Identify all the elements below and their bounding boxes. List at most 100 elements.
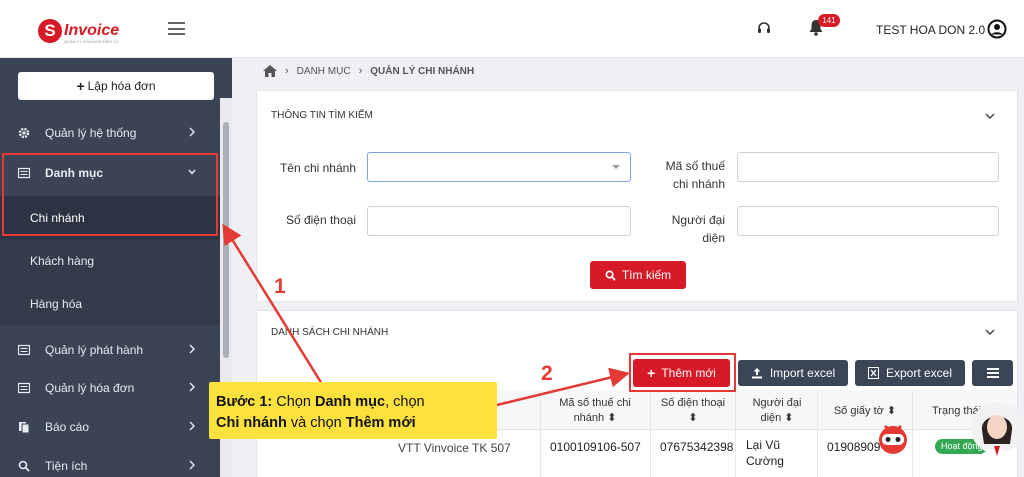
list-icon (18, 344, 30, 356)
sidebar-item-label: Tiện ích (45, 459, 88, 473)
highlight-box-add-new (629, 353, 736, 392)
branch-tax-code-input[interactable] (737, 152, 999, 182)
column-divider (735, 390, 736, 477)
logo-mark: S (38, 19, 62, 43)
gear-icon (18, 127, 30, 139)
col-header-document-no[interactable]: Số giấy tờ ⬍ (822, 404, 908, 419)
col-header-text: Mã số thuế chi (559, 397, 631, 409)
branch-list-title: DANH SÁCH CHI NHÁNH (271, 327, 389, 338)
step-number-2: 2 (541, 362, 553, 385)
sidebar-item-reports[interactable]: Báo cáo (0, 407, 220, 447)
import-excel-label: Import excel (769, 366, 836, 380)
column-divider (650, 390, 651, 477)
representative-input[interactable] (737, 206, 999, 236)
breadcrumb: › DANH MỤC › QUẢN LÝ CHI NHÁNH (263, 64, 474, 78)
chevron-right-icon: › (285, 65, 289, 77)
username[interactable]: TEST HOA DON 2.0 (876, 23, 985, 37)
sidebar-item-issuance[interactable]: Quản lý phát hành (0, 330, 220, 370)
highlight-box-sidebar (2, 153, 218, 236)
breadcrumb-catalog[interactable]: DANH MỤC (297, 66, 351, 77)
sidebar-item-utilities[interactable]: Tiện ích (0, 446, 220, 477)
chevron-right-icon (189, 127, 195, 137)
branch-name-cell: VTT Vinvoice TK 507 (398, 441, 511, 455)
representative-cell: Lại Vũ Cường (746, 437, 784, 469)
col-header-text: Số điện thoại (660, 397, 726, 409)
representative-label-line1: Người đại (671, 213, 725, 227)
sidebar-item-invoices[interactable]: Quản lý hóa đơn (0, 368, 220, 408)
search-button[interactable]: Tìm kiếm (590, 261, 686, 289)
mascot-icon (879, 424, 907, 454)
col-header-text: Số giấy tờ ⬍ (833, 405, 897, 417)
callout-text: , chọn (385, 394, 425, 410)
app-logo[interactable]: S Invoice QUẢN LÝ HÓA ĐƠN ĐIỆN TỬ (38, 17, 119, 45)
branch-name-select[interactable] (367, 152, 631, 182)
sidebar-item-label: Báo cáo (45, 420, 90, 434)
search-icon (18, 460, 30, 472)
representative-label: Người đại diện (640, 211, 725, 247)
chevron-down-icon[interactable] (985, 113, 995, 120)
sidebar-subitem-customer[interactable]: Khách hàng (0, 239, 220, 282)
callout-text: và chọn (286, 415, 346, 431)
tax-code-cell: 0100109106-507 (550, 440, 641, 454)
menu-toggle-icon[interactable] (168, 22, 185, 35)
branch-tax-code-label: Mã số thuế chi nhánh (640, 157, 725, 193)
col-header-tax-code[interactable]: Mã số thuế chi nhánh ⬍ (550, 396, 640, 426)
search-icon (605, 270, 616, 281)
sidebar-scrollbar-thumb[interactable] (223, 122, 229, 358)
sidebar-item-label: Quản lý hệ thống (45, 126, 137, 140)
export-excel-button[interactable]: Export excel (855, 360, 965, 386)
col-header-text: ⬍ (688, 412, 698, 424)
sidebar-subitem-label: Khách hàng (30, 253, 95, 268)
search-button-label: Tìm kiếm (621, 268, 672, 282)
create-invoice-label: Lập hóa đơn (87, 79, 156, 93)
list-menu-icon (986, 368, 999, 378)
create-invoice-button[interactable]: + Lập hóa đơn (18, 72, 214, 100)
export-excel-label: Export excel (885, 366, 953, 380)
branch-name-label: Tên chi nhánh (279, 161, 356, 175)
column-menu-button[interactable] (972, 360, 1013, 386)
user-avatar-icon[interactable] (987, 19, 1007, 39)
callout-add-new: Thêm mới (345, 415, 416, 431)
col-header-text: nhánh ⬍ (573, 412, 617, 424)
breadcrumb-branch-management: QUẢN LÝ CHI NHÁNH (370, 65, 475, 77)
step-number-1: 1 (274, 275, 286, 298)
chevron-right-icon (189, 382, 195, 392)
representative-line2: Cường (746, 454, 784, 468)
chevron-right-icon (189, 421, 195, 431)
col-header-text: Người đại (752, 397, 802, 409)
sidebar-subitem-goods[interactable]: Hàng hóa (0, 282, 220, 325)
upload-icon (751, 368, 762, 379)
excel-file-icon (867, 367, 879, 379)
sidebar-item-label: Quản lý phát hành (45, 343, 144, 357)
callout-catalog: Danh mục (315, 394, 386, 410)
representative-label-line2: diện (702, 231, 725, 245)
search-panel-title: THÔNG TIN TÌM KIẾM (271, 110, 373, 121)
phone-input[interactable] (367, 206, 631, 236)
logo-tagline: QUẢN LÝ HÓA ĐƠN ĐIỆN TỬ (64, 39, 120, 44)
chevron-down-icon[interactable] (985, 329, 995, 336)
sidebar-subitem-label: Hàng hóa (30, 296, 83, 311)
column-divider (817, 390, 818, 477)
dropdown-arrow-icon[interactable] (612, 165, 620, 169)
branch-tax-code-label-line2: chi nhánh (672, 177, 725, 191)
chevron-right-icon (189, 460, 195, 470)
top-header: S Invoice QUẢN LÝ HÓA ĐƠN ĐIỆN TỬ 141 TE… (0, 0, 1024, 58)
col-header-representative[interactable]: Người đại diện ⬍ (740, 396, 814, 426)
notification-badge: 141 (818, 14, 840, 27)
chevron-right-icon: › (358, 65, 363, 77)
support-agent-avatar (971, 402, 1023, 460)
home-icon[interactable] (263, 65, 277, 77)
representative-line1: Lại Vũ (746, 438, 781, 452)
callout-text: Chọn (272, 394, 315, 410)
col-header-phone[interactable]: Số điện thoại ⬍ (654, 396, 732, 426)
branch-tax-code-label-line1: Mã số thuế (665, 159, 725, 173)
sidebar-item-system[interactable]: Quản lý hệ thống (0, 113, 220, 153)
logo-text: Invoice (64, 22, 120, 39)
import-excel-button[interactable]: Import excel (738, 360, 848, 386)
phone-cell: 07675342398 (660, 440, 734, 454)
instruction-callout: Bước 1: Chọn Danh mục, chọn Chi nhánh và… (209, 382, 497, 439)
sidebar: + Lập hóa đơn Quản lý hệ thống Danh mục … (0, 58, 232, 477)
plus-icon: + (76, 78, 85, 94)
list-icon (18, 382, 30, 394)
headset-icon[interactable] (757, 21, 771, 35)
